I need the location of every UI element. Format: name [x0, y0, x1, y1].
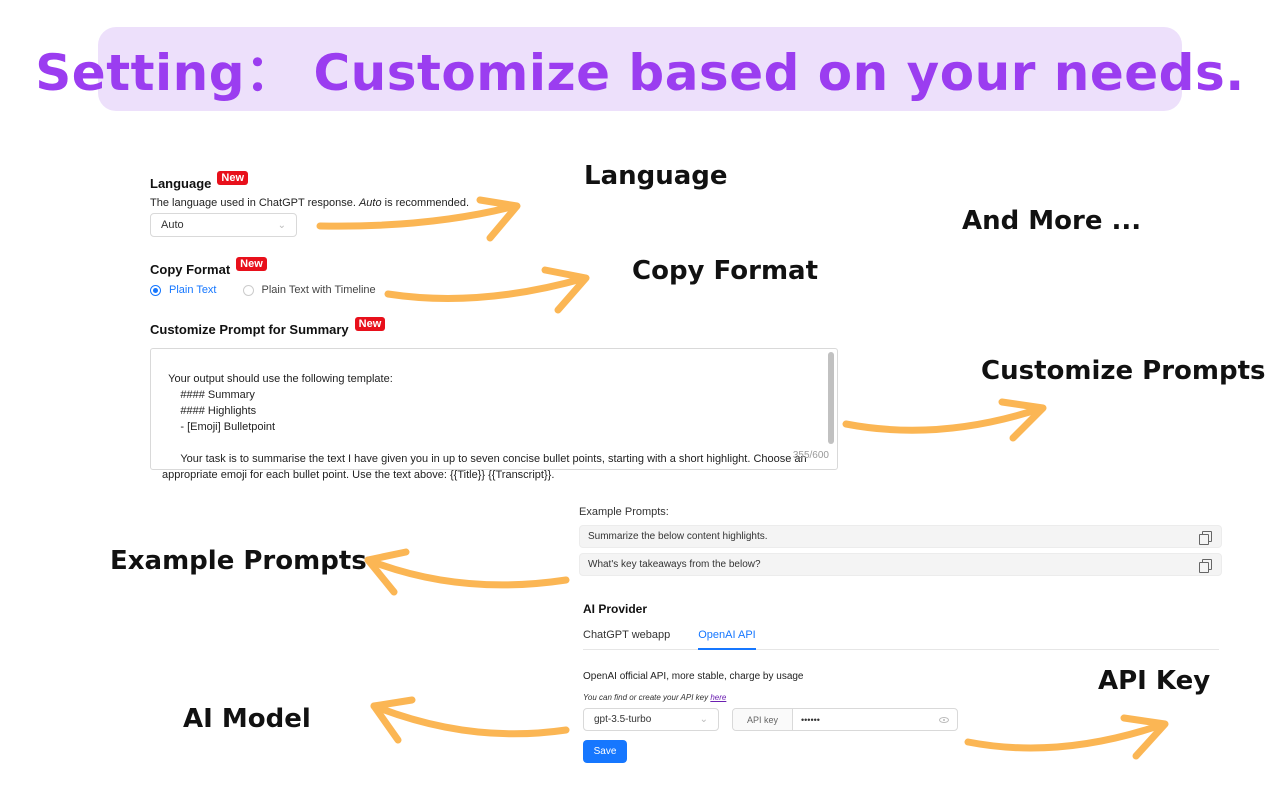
arrow-example-prompts [364, 556, 570, 589]
arrow-ai-model [370, 702, 570, 738]
arrowhead-icon [476, 196, 521, 242]
arrow-api-key [964, 720, 1168, 752]
arrow-customize-prompts [842, 404, 1046, 434]
callout-arrows [316, 196, 1169, 760]
arrow-copy-format [384, 274, 589, 302]
arrow-language [316, 202, 519, 230]
